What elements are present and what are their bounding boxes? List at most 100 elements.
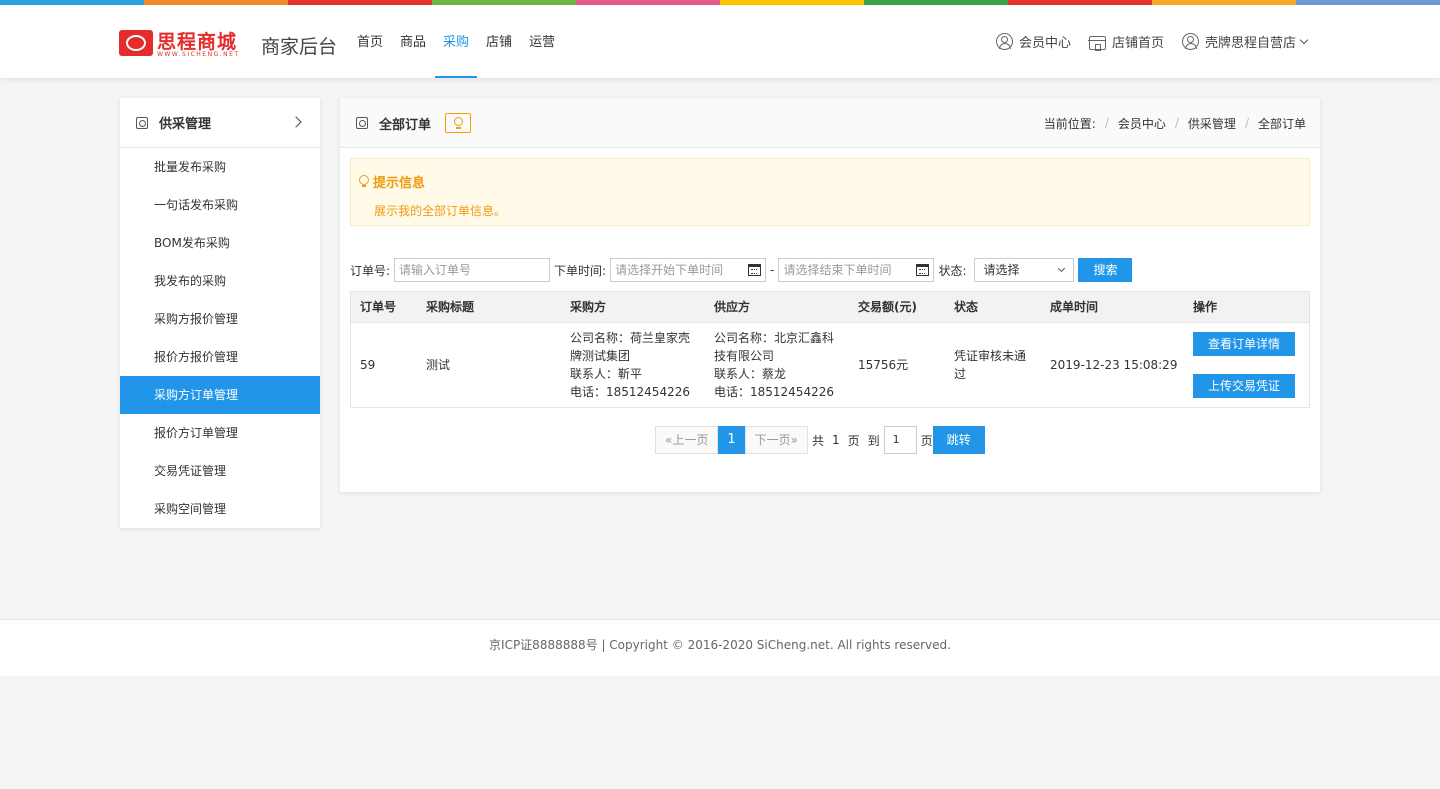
main-panel: 全部订单 当前位置: / 会员中心 / 供采管理 / 全部订单 提示信息 展示我… (340, 98, 1320, 492)
col-amount: 交易额(元) (858, 300, 917, 314)
site-header: 思程商城 WWW.SICHENG.NET 商家后台 首页 商品 采购 店铺 运营… (0, 5, 1440, 78)
filter-bar: 订单号: 请输入订单号 下单时间: 请选择开始下单时间 - 请选择结束下单时间 … (350, 258, 1133, 282)
user-icon (1181, 33, 1199, 50)
status-text-cont: 过 (954, 367, 967, 381)
store-home-label: 店铺首页 (1111, 36, 1164, 51)
logo-text: 思程商城 (157, 31, 238, 53)
order-no-input[interactable]: 请输入订单号 (394, 258, 551, 282)
shop-account-menu[interactable]: 壳牌思程自营店 (1181, 32, 1309, 51)
member-center-label: 会员中心 (1018, 36, 1071, 51)
supplier-contact: 联系人：蔡龙 (714, 367, 787, 381)
sidebar-header[interactable]: 供采管理 (120, 98, 320, 148)
cell-status: 凭证审核未通 过 (954, 347, 1026, 383)
sidebar-title: 供采管理 (159, 117, 212, 132)
cell-title: 测试 (426, 358, 451, 372)
sidebar-item-purchase-space[interactable]: 采购空间管理 (120, 490, 320, 528)
calendar-icon[interactable] (748, 264, 762, 276)
cell-order-no: 59 (360, 358, 376, 372)
goto-page-button[interactable]: 跳转 (932, 426, 985, 454)
supplier-phone: 电话：18512454226 (714, 385, 834, 399)
goto-suffix: 页 (920, 433, 933, 448)
sidebar-item-batch-publish[interactable]: 批量发布采购 (120, 148, 320, 186)
total-pages: 1 (831, 433, 840, 447)
col-time: 成单时间 (1050, 300, 1099, 314)
search-button[interactable]: 搜索 (1078, 258, 1133, 282)
buyer-phone: 电话：18512454226 (570, 385, 690, 399)
page-title: 全部订单 (379, 117, 432, 133)
supplier-company-cont: 技有限公司 (714, 349, 775, 363)
module-icon (136, 116, 148, 129)
logo-mark-icon (119, 30, 153, 56)
goto-page-input[interactable]: 1 (883, 426, 917, 454)
total-suffix: 页 (847, 433, 860, 448)
buyer-company-cont: 牌测试集团 (570, 349, 631, 363)
buyer-company: 公司名称：荷兰皇家壳 (570, 331, 691, 345)
sidebar-item-buyer-quotes[interactable]: 采购方报价管理 (120, 300, 320, 338)
sidebar: 供采管理 批量发布采购 一句话发布采购 BOM发布采购 我发布的采购 采购方报价… (120, 98, 320, 528)
site-logo[interactable]: 思程商城 WWW.SICHENG.NET (119, 27, 253, 63)
tip-title: 提示信息 (359, 172, 425, 191)
next-page-button[interactable]: 下一页» (744, 426, 808, 454)
tip-toggle-button[interactable] (445, 113, 472, 133)
col-title: 采购标题 (426, 300, 475, 314)
logo-subtext: WWW.SICHENG.NET (157, 51, 240, 58)
member-center-link[interactable]: 会员中心 (995, 32, 1071, 51)
nav-item-home[interactable]: 首页 (357, 5, 383, 78)
date-range-dash: - (770, 263, 775, 277)
nav-item-purchase[interactable]: 采购 (435, 5, 478, 78)
sidebar-item-quoter-quotes[interactable]: 报价方报价管理 (120, 338, 320, 376)
chevron-down-icon (1299, 35, 1309, 44)
upload-voucher-button[interactable]: 上传交易凭证 (1193, 374, 1295, 398)
sidebar-item-one-sentence-publish[interactable]: 一句话发布采购 (120, 186, 320, 224)
cell-amount: 15756元 (858, 358, 909, 372)
table-header: 订单号 采购标题 采购方 供应方 交易额(元) 状态 成单时间 操作 (351, 292, 1309, 323)
cell-time: 2019-12-23 15:08:29 (1050, 358, 1178, 372)
status-select[interactable]: 请选择 (974, 258, 1075, 282)
chevron-right-icon[interactable] (290, 116, 302, 128)
calendar-icon[interactable] (916, 264, 930, 276)
status-select-value: 请选择 (983, 263, 1020, 277)
end-time-input[interactable]: 请选择结束下单时间 (778, 258, 935, 282)
shop-name-label: 壳牌思程自营店 (1204, 36, 1296, 51)
lightbulb-icon (454, 117, 464, 126)
cell-buyer: 公司名称：荷兰皇家壳 牌测试集团 联系人：靳平 电话：18512454226 (570, 329, 690, 401)
main-nav: 首页 商品 采购 店铺 运营 (357, 5, 572, 78)
panel-title-group: 全部订单 (356, 98, 472, 148)
col-buyer: 采购方 (570, 300, 607, 314)
sidebar-item-my-purchases[interactable]: 我发布的采购 (120, 262, 320, 300)
breadcrumb-item[interactable]: 供采管理 (1188, 115, 1236, 132)
breadcrumb-item-current: 全部订单 (1257, 116, 1306, 131)
sidebar-item-buyer-orders[interactable]: 采购方订单管理 (120, 376, 320, 414)
breadcrumb-item[interactable]: 会员中心 (1118, 115, 1166, 132)
sidebar-item-bom-publish[interactable]: BOM发布采购 (120, 224, 320, 262)
store-icon (1088, 35, 1106, 51)
prev-page-button[interactable]: «上一页 (655, 426, 719, 454)
status-label: 状态: (938, 263, 967, 278)
store-home-link[interactable]: 店铺首页 (1088, 32, 1164, 51)
start-time-input[interactable]: 请选择开始下单时间 (610, 258, 767, 282)
tip-title-text: 提示信息 (373, 176, 426, 191)
current-page[interactable]: 1 (718, 426, 745, 454)
col-status: 状态 (954, 300, 979, 314)
end-time-placeholder: 请选择结束下单时间 (783, 263, 892, 277)
nav-item-store[interactable]: 店铺 (486, 5, 512, 78)
supplier-company: 公司名称：北京汇鑫科 (714, 331, 835, 345)
col-order-no: 订单号 (360, 300, 397, 314)
orders-table: 订单号 采购标题 采购方 供应方 交易额(元) 状态 成单时间 操作 59 测试… (350, 291, 1310, 408)
cell-supplier: 公司名称：北京汇鑫科 技有限公司 联系人：蔡龙 电话：18512454226 (714, 329, 834, 401)
breadcrumb-prefix: 当前位置: (1043, 116, 1096, 131)
view-order-button[interactable]: 查看订单详情 (1193, 332, 1295, 356)
chevron-down-icon (1058, 264, 1066, 273)
start-time-placeholder: 请选择开始下单时间 (615, 263, 724, 277)
sidebar-item-vouchers[interactable]: 交易凭证管理 (120, 452, 320, 490)
col-supplier: 供应方 (714, 300, 751, 314)
tip-text: 展示我的全部订单信息。 (374, 204, 507, 218)
order-time-label: 下单时间: (554, 263, 607, 278)
nav-item-operation[interactable]: 运营 (529, 5, 555, 78)
sidebar-item-quoter-orders[interactable]: 报价方订单管理 (120, 414, 320, 452)
user-icon (995, 33, 1013, 50)
table-row: 59 测试 公司名称：荷兰皇家壳 牌测试集团 联系人：靳平 电话：1851245… (351, 323, 1309, 407)
nav-item-goods[interactable]: 商品 (400, 5, 426, 78)
status-text: 凭证审核未通 (954, 349, 1027, 363)
lightbulb-icon (359, 175, 369, 188)
